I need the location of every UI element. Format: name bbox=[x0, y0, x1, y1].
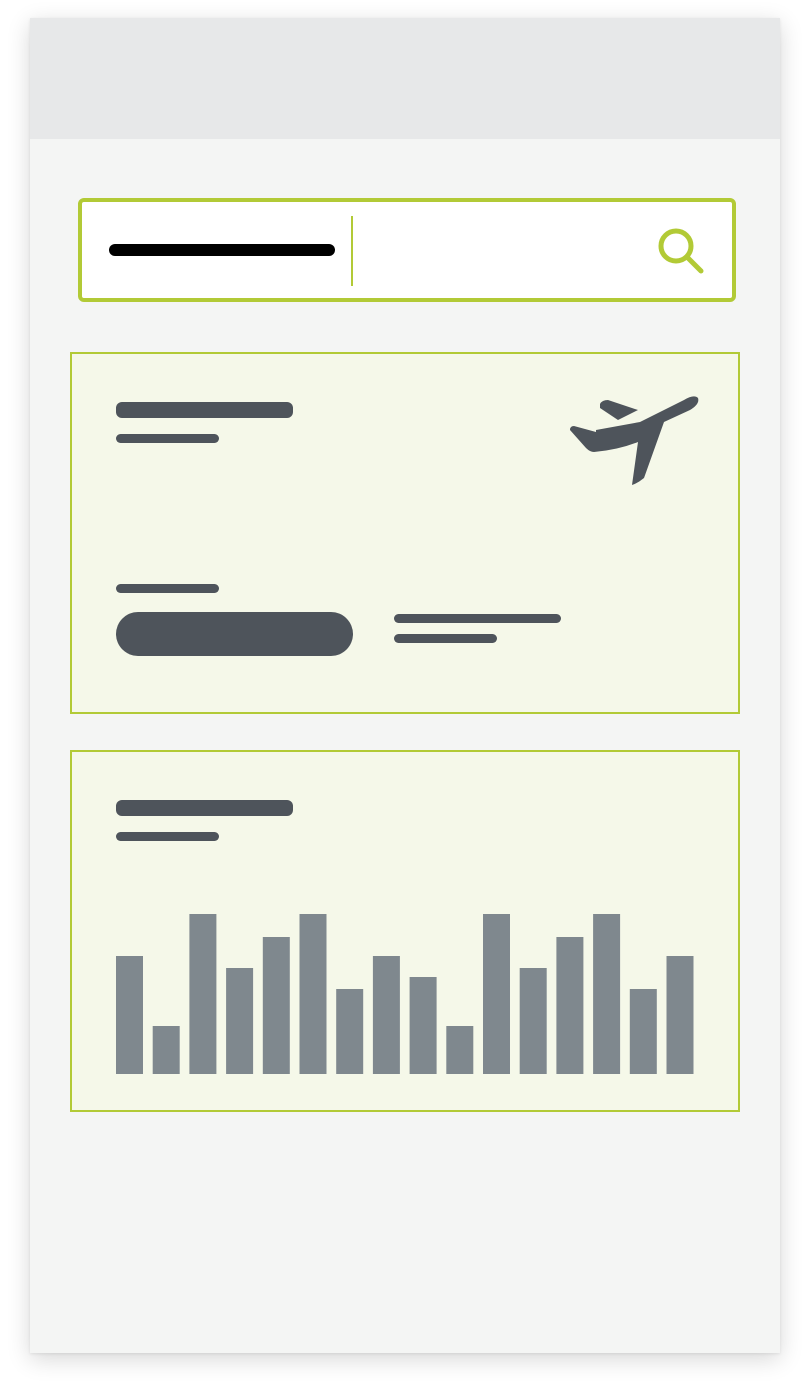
chart-card-title bbox=[116, 800, 293, 816]
flight-card[interactable] bbox=[70, 352, 740, 714]
flight-card-subtitle bbox=[116, 434, 219, 443]
chart-bar bbox=[666, 956, 694, 1074]
flight-card-action-button[interactable] bbox=[116, 612, 353, 656]
chart-bar bbox=[226, 968, 254, 1074]
search-cursor bbox=[351, 216, 353, 286]
chart-bar bbox=[409, 977, 437, 1074]
chart-bar bbox=[483, 914, 510, 1074]
search-bar[interactable] bbox=[78, 198, 736, 302]
flight-card-label bbox=[116, 584, 219, 593]
search-input-text[interactable] bbox=[109, 244, 335, 256]
search-icon[interactable] bbox=[654, 224, 708, 278]
chart-card-subtitle bbox=[116, 832, 219, 841]
chart-bar bbox=[446, 1026, 474, 1074]
chart-bar bbox=[299, 914, 327, 1074]
chart-card[interactable] bbox=[70, 750, 740, 1112]
flight-card-detail-line-1 bbox=[394, 614, 561, 623]
chart-bar bbox=[556, 937, 584, 1074]
flight-card-detail-line-2 bbox=[394, 634, 497, 643]
chart-bar bbox=[336, 989, 364, 1074]
bar-chart bbox=[116, 914, 694, 1074]
flight-card-title bbox=[116, 402, 293, 418]
chart-bar bbox=[519, 968, 547, 1074]
device-screen bbox=[30, 18, 780, 1353]
chart-bar bbox=[372, 956, 400, 1074]
airplane-icon bbox=[570, 396, 699, 485]
chart-bar bbox=[152, 1026, 180, 1074]
chart-bar bbox=[262, 937, 290, 1074]
chart-bar bbox=[116, 956, 143, 1074]
top-bar bbox=[30, 18, 780, 139]
chart-bar bbox=[593, 914, 621, 1074]
chart-bar bbox=[189, 914, 217, 1074]
chart-bar bbox=[629, 989, 657, 1074]
